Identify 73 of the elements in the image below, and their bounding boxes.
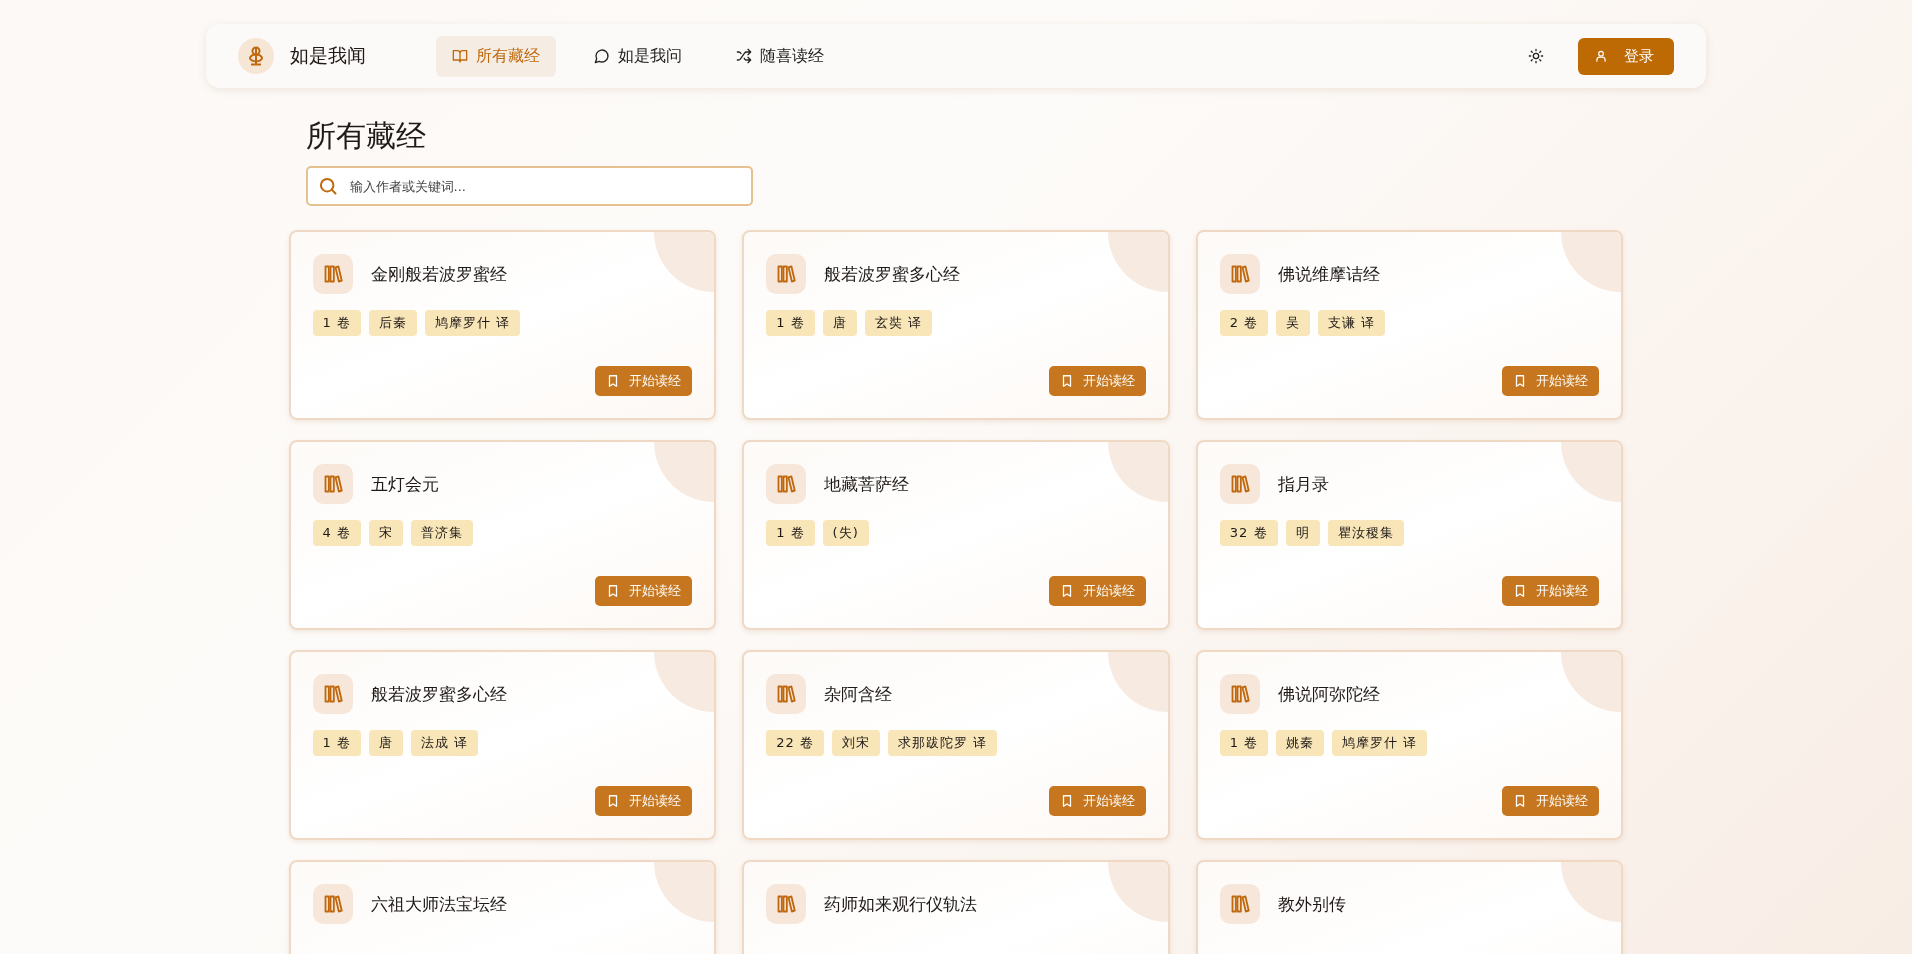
books-icon xyxy=(766,674,807,714)
nav-tab[interactable]: 如是我问 xyxy=(578,35,698,77)
sutra-tag: 鸠摩罗什 译 xyxy=(424,310,521,336)
sutra-title: 般若波罗蜜多心经 xyxy=(824,262,961,286)
sutra-tag: 唐 xyxy=(368,730,403,756)
start-reading-button[interactable]: 开始读经 xyxy=(1502,366,1600,396)
sutra-tag: 姚秦 xyxy=(1276,730,1325,756)
sutra-title: 指月录 xyxy=(1277,472,1329,496)
sutra-tag: 1 卷 xyxy=(312,730,361,756)
chat-bubble-icon xyxy=(594,48,610,64)
start-reading-button[interactable]: 开始读经 xyxy=(1048,786,1146,816)
sutra-tag: 求那跋陀罗 译 xyxy=(887,730,997,756)
books-icon xyxy=(766,884,807,924)
sutra-tag: 支谦 译 xyxy=(1318,310,1386,336)
sutra-tag: 瞿汝稷集 xyxy=(1327,520,1404,546)
sutra-tag: 唐 xyxy=(822,310,857,336)
books-icon xyxy=(1219,464,1260,504)
start-reading-button[interactable]: 开始读经 xyxy=(1048,366,1146,396)
sutra-tag: 普济集 xyxy=(410,520,473,546)
sutra-tag: 2 卷 xyxy=(1219,310,1269,336)
start-reading-button[interactable]: 开始读经 xyxy=(1048,576,1146,606)
sutra-title: 般若波罗蜜多心经 xyxy=(370,682,507,706)
books-icon xyxy=(312,674,353,714)
start-reading-button[interactable]: 开始读经 xyxy=(1502,576,1600,606)
sutra-tag: 1 卷 xyxy=(766,520,815,546)
books-icon xyxy=(766,254,807,294)
books-icon xyxy=(312,884,353,924)
sutra-tag: 刘宋 xyxy=(831,730,880,756)
start-reading-button[interactable]: 开始读经 xyxy=(595,366,693,396)
books-icon xyxy=(312,254,353,294)
sutra-tag: 鸠摩罗什 译 xyxy=(1332,730,1428,756)
sutra-tag: 法成 译 xyxy=(410,730,479,756)
sutra-title: 金刚般若波罗蜜经 xyxy=(370,262,507,286)
sutra-tag: 吴 xyxy=(1276,310,1311,336)
sutra-title: 杂阿含经 xyxy=(824,682,893,706)
sutra-title: 佛说维摩诘经 xyxy=(1277,262,1380,286)
sutra-title: 地藏菩萨经 xyxy=(824,472,910,496)
search-field[interactable]: 输入作者或关键词... xyxy=(305,166,753,206)
books-icon xyxy=(1219,674,1260,714)
page-title: 所有藏经 xyxy=(305,118,427,154)
brand-name: 如是我闻 xyxy=(290,43,366,68)
sutra-tag: 1 卷 xyxy=(1219,730,1269,756)
sun-icon[interactable] xyxy=(1528,48,1544,64)
shuffle-icon xyxy=(736,48,752,64)
start-reading-button[interactable]: 开始读经 xyxy=(595,576,693,606)
nav-tab[interactable]: 随喜读经 xyxy=(720,35,840,77)
sutra-tag: 4 卷 xyxy=(312,520,361,546)
sutra-tag: 1 卷 xyxy=(312,310,361,336)
user-icon xyxy=(1594,49,1608,63)
sutra-tag: 宋 xyxy=(368,520,403,546)
books-icon xyxy=(1219,884,1260,924)
sutra-title: 五灯会元 xyxy=(370,472,439,496)
sutra-tag: 玄奘 译 xyxy=(864,310,932,336)
books-icon xyxy=(766,464,807,504)
sutra-title: 六祖大师法宝坛经 xyxy=(370,892,507,916)
nav-tab[interactable]: 所有藏经 xyxy=(436,35,556,77)
sutra-tag: (失) xyxy=(822,520,869,546)
sutra-title: 教外别传 xyxy=(1277,892,1346,916)
books-icon xyxy=(312,464,353,504)
start-reading-button[interactable]: 开始读经 xyxy=(1502,786,1600,816)
search-icon xyxy=(317,176,338,196)
sutra-tag: 22 卷 xyxy=(766,730,824,756)
sutra-tag: 明 xyxy=(1285,520,1320,546)
books-icon xyxy=(1219,254,1260,294)
sutra-tag: 32 卷 xyxy=(1219,520,1278,546)
sutra-tag: 1 卷 xyxy=(766,310,815,336)
sutra-tag: 后秦 xyxy=(368,310,417,336)
book-icon xyxy=(452,48,468,64)
sutra-title: 佛说阿弥陀经 xyxy=(1277,682,1380,706)
start-reading-button[interactable]: 开始读经 xyxy=(595,786,693,816)
login-button[interactable]: 登录 xyxy=(1578,37,1674,75)
lotus-logo-icon[interactable] xyxy=(238,38,274,74)
sutra-title: 药师如来观行仪轨法 xyxy=(824,892,978,916)
